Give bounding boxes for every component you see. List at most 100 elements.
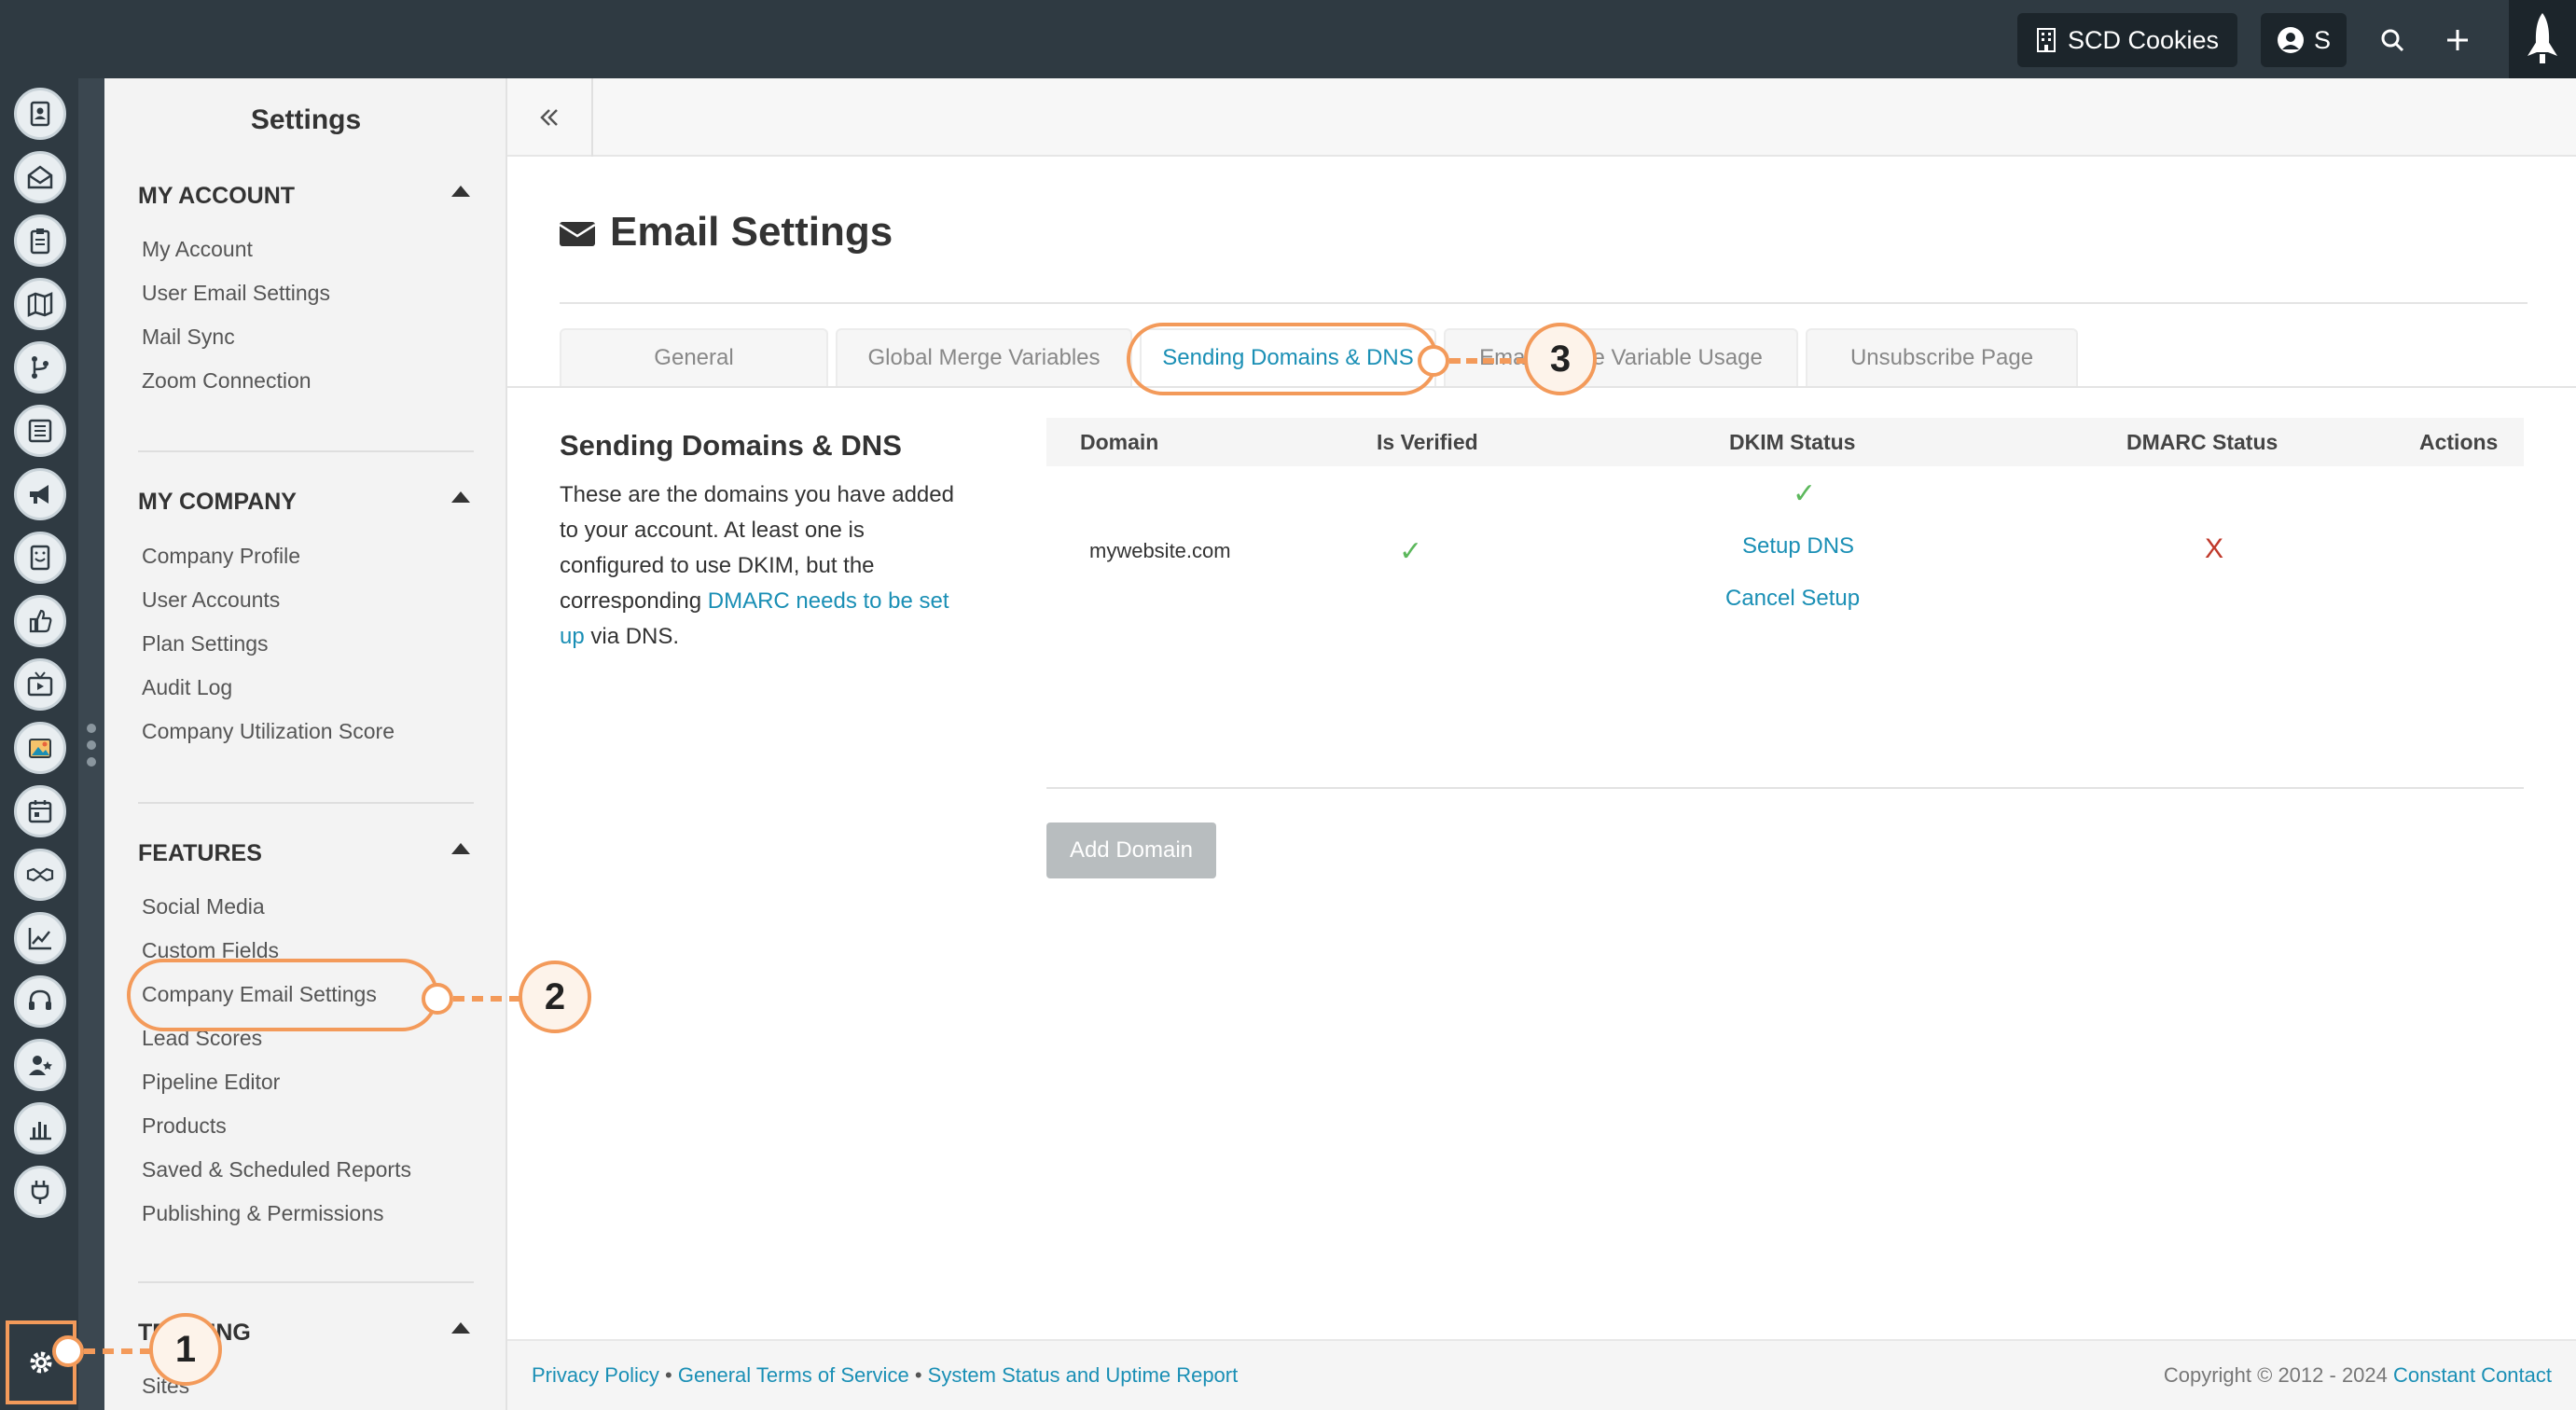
top-bar: SCD Cookies S xyxy=(0,0,2576,78)
cancel-setup-link[interactable]: Cancel Setup xyxy=(1725,586,1860,612)
content-toolbar xyxy=(507,78,2576,157)
sidebar-item-pipeline-editor[interactable]: Pipeline Editor xyxy=(142,1070,280,1095)
collapse-training-caret[interactable] xyxy=(451,1322,470,1334)
sidebar-item-publishing-permissions[interactable]: Publishing & Permissions xyxy=(142,1201,384,1226)
nav-pipeline[interactable] xyxy=(14,341,66,394)
tab-email-merge-variable-usage[interactable]: Email Merge Variable Usage xyxy=(1444,328,1798,386)
company-name: SCD Cookies xyxy=(2067,25,2220,54)
sidebar-item-audit-log[interactable]: Audit Log xyxy=(142,675,232,700)
callout-3-highlight xyxy=(1127,323,1438,395)
sidebar-item-zoom-connection[interactable]: Zoom Connection xyxy=(142,368,312,394)
nav-users[interactable] xyxy=(14,1039,66,1091)
dkim-check-icon: ✓ xyxy=(1793,478,1817,509)
handshake-icon xyxy=(26,867,54,882)
sidebar-divider xyxy=(138,450,474,452)
table-divider xyxy=(1046,787,2524,789)
main-content: Email Settings General Global Merge Vari… xyxy=(507,78,2576,1410)
tab-unsubscribe-page[interactable]: Unsubscribe Page xyxy=(1806,328,2078,386)
add-domain-button[interactable]: Add Domain xyxy=(1046,822,1216,878)
handle-dot xyxy=(87,724,96,733)
search-button[interactable] xyxy=(2365,13,2419,67)
footer: Privacy Policy • General Terms of Servic… xyxy=(507,1339,2576,1410)
description-text-end: via DNS. xyxy=(584,624,680,649)
sidebar-item-user-email-settings[interactable]: User Email Settings xyxy=(142,281,330,306)
tab-global-merge-variables[interactable]: Global Merge Variables xyxy=(836,328,1132,386)
sidebar-item-user-accounts[interactable]: User Accounts xyxy=(142,588,280,613)
sidebar-item-company-profile[interactable]: Company Profile xyxy=(142,544,300,569)
nav-contacts[interactable] xyxy=(14,88,66,140)
sidebar-item-products[interactable]: Products xyxy=(142,1113,227,1139)
callout-2-highlight xyxy=(127,959,438,1031)
handle-dot xyxy=(87,757,96,767)
collapse-sidebar-button[interactable] xyxy=(507,78,593,157)
nav-video[interactable] xyxy=(14,658,66,711)
nav-analytics[interactable] xyxy=(14,912,66,964)
page-title: Email Settings xyxy=(560,209,893,256)
company-switcher-button[interactable]: SCD Cookies xyxy=(2017,13,2237,67)
callout-2-badge: 2 xyxy=(519,961,591,1033)
section-features-title: FEATURES xyxy=(138,840,262,866)
user-menu-button[interactable]: S xyxy=(2261,13,2347,67)
sidebar-title: Settings xyxy=(250,104,362,135)
nav-social[interactable] xyxy=(14,595,66,647)
domain-cell: mywebsite.com xyxy=(1089,539,1231,562)
user-initial: S xyxy=(2313,25,2331,54)
double-chevron-left-icon xyxy=(540,109,558,126)
footer-separator: • xyxy=(665,1363,672,1387)
launch-button[interactable] xyxy=(2509,0,2576,78)
address-book-icon xyxy=(30,101,50,127)
sidebar-item-saved-scheduled-reports[interactable]: Saved & Scheduled Reports xyxy=(142,1157,411,1182)
setup-dns-link[interactable]: Setup DNS xyxy=(1742,533,1854,560)
nav-support[interactable] xyxy=(14,975,66,1028)
clipboard-icon xyxy=(30,228,50,255)
collapse-features-caret[interactable] xyxy=(451,843,470,854)
rail-resize-handle[interactable] xyxy=(78,78,104,1410)
sidebar-item-company-utilization-score[interactable]: Company Utilization Score xyxy=(142,719,395,744)
callout-3-connector xyxy=(1449,358,1528,364)
nav-tasks[interactable] xyxy=(14,214,66,267)
tv-icon xyxy=(27,671,53,697)
privacy-policy-link[interactable]: Privacy Policy xyxy=(532,1363,659,1387)
section-my-account-title: MY ACCOUNT xyxy=(138,183,296,209)
sidebar-item-mail-sync[interactable]: Mail Sync xyxy=(142,325,235,350)
envelope-icon xyxy=(560,222,595,246)
sidebar-item-social-media[interactable]: Social Media xyxy=(142,894,265,919)
verified-check-icon: ✓ xyxy=(1399,536,1423,567)
title-divider xyxy=(560,302,2528,304)
nav-map[interactable] xyxy=(14,278,66,330)
add-button[interactable] xyxy=(2431,13,2485,67)
sidebar-divider xyxy=(138,802,474,804)
nav-email[interactable] xyxy=(14,151,66,203)
nav-calendar[interactable] xyxy=(14,785,66,837)
nav-campaigns[interactable] xyxy=(14,468,66,520)
envelope-open-icon xyxy=(27,165,53,189)
callout-3-badge: 3 xyxy=(1524,323,1597,395)
trend-chart-icon xyxy=(28,928,51,950)
terms-of-service-link[interactable]: General Terms of Service xyxy=(678,1363,909,1387)
image-gallery-icon xyxy=(29,739,51,758)
sidebar-item-plan-settings[interactable]: Plan Settings xyxy=(142,631,269,657)
nav-reports[interactable] xyxy=(14,1102,66,1154)
section-my-company-title: MY COMPANY xyxy=(138,489,297,515)
tab-general[interactable]: General xyxy=(560,328,828,386)
list-icon xyxy=(28,419,52,443)
bar-chart-icon xyxy=(30,1122,51,1140)
callout-1-badge: 1 xyxy=(149,1313,222,1386)
sidebar-item-my-account[interactable]: My Account xyxy=(142,237,253,262)
map-icon xyxy=(27,292,53,317)
table-header: Domain Is Verified DKIM Status DMARC Sta… xyxy=(1046,418,2524,466)
collapse-my-account-caret[interactable] xyxy=(451,186,470,197)
footer-separator: • xyxy=(914,1363,922,1387)
nav-forms[interactable] xyxy=(14,532,66,584)
system-status-link[interactable]: System Status and Uptime Report xyxy=(928,1363,1239,1387)
constant-contact-link[interactable]: Constant Contact xyxy=(2393,1363,2552,1387)
nav-lists[interactable] xyxy=(14,405,66,457)
callout-1-anchor xyxy=(52,1335,84,1367)
nav-deals[interactable] xyxy=(14,849,66,901)
collapse-my-company-caret[interactable] xyxy=(451,491,470,503)
nav-integrations[interactable] xyxy=(14,1166,66,1218)
nav-media[interactable] xyxy=(14,722,66,774)
col-is-verified: Is Verified xyxy=(1377,430,1478,454)
branch-icon xyxy=(32,356,48,379)
app-nav-rail xyxy=(0,78,78,1410)
